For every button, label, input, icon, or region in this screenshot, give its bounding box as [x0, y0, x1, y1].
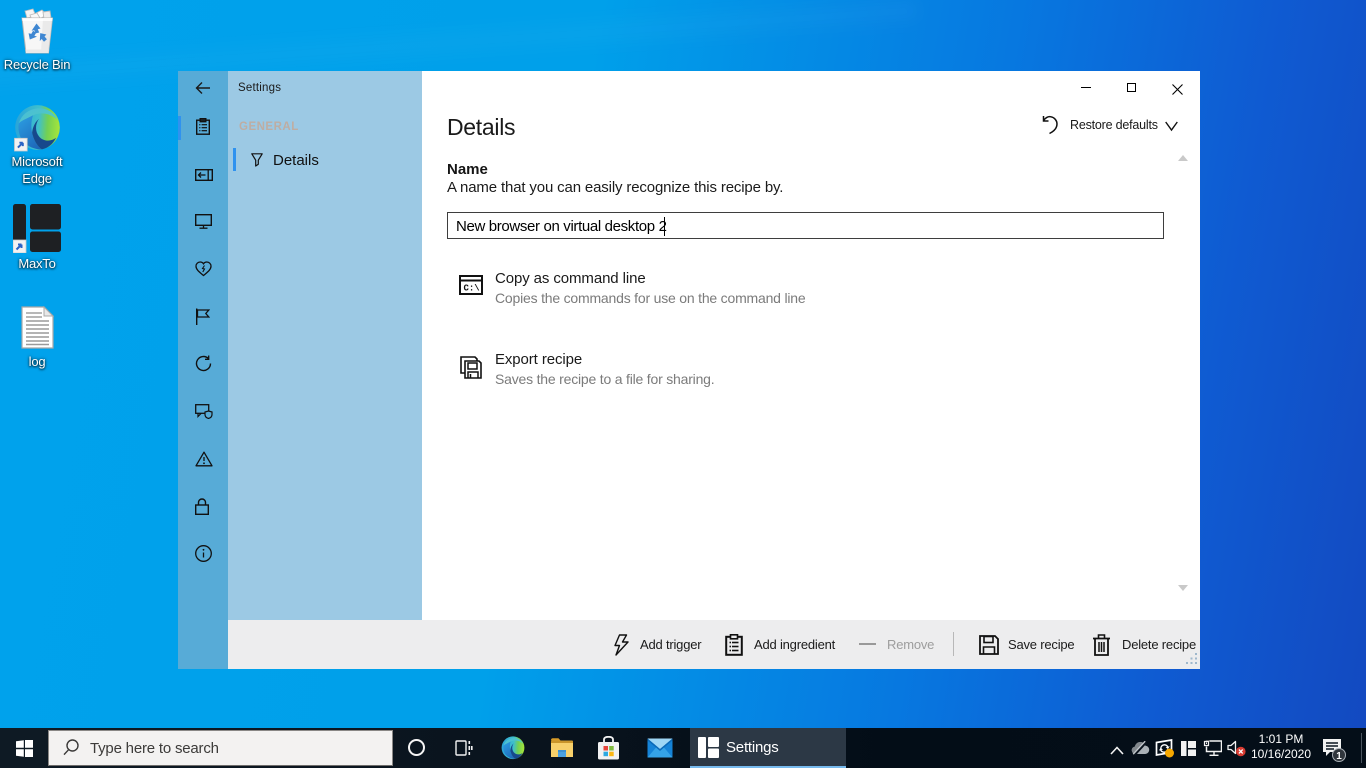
svg-text:1: 1: [1336, 751, 1342, 762]
svg-text:C:\: C:\: [464, 284, 481, 294]
